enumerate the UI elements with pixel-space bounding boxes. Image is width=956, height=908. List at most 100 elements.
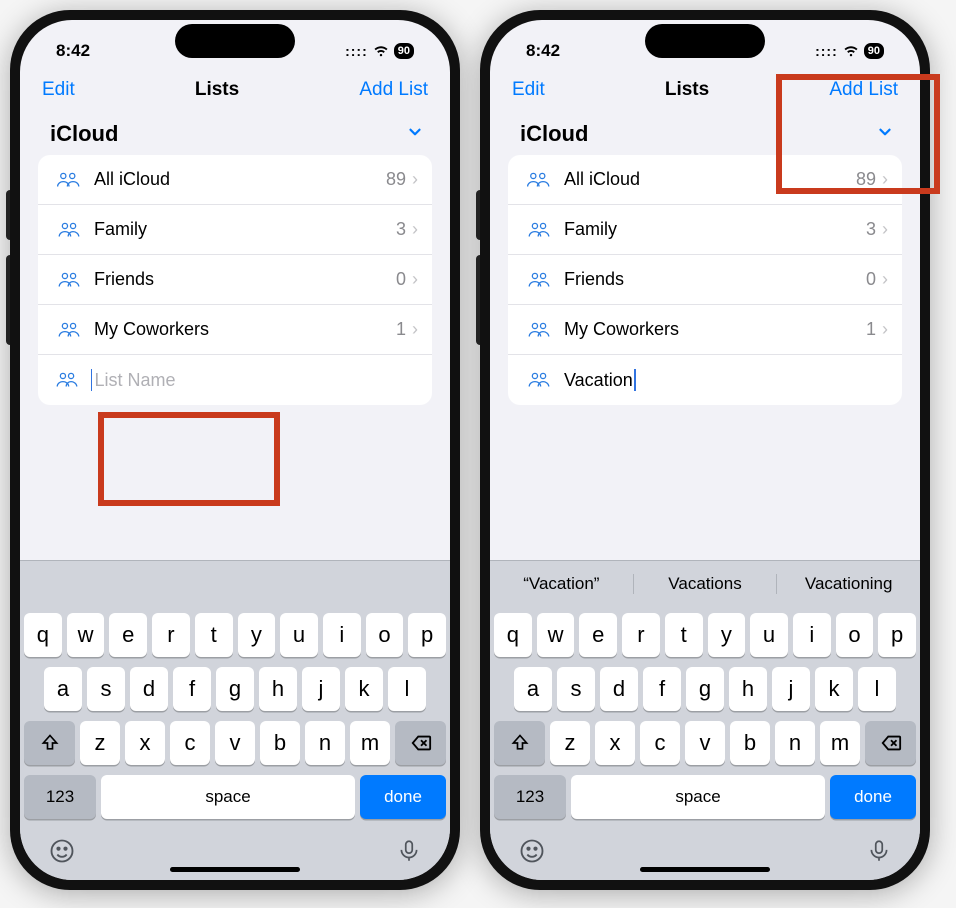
- key-s[interactable]: s: [87, 667, 125, 711]
- list-row-new[interactable]: Vacation: [508, 355, 902, 405]
- phone-right: 8:42 :::: 90 Edit Lists Add List iCloud: [480, 10, 930, 890]
- page-title: Lists: [195, 79, 239, 101]
- key-u[interactable]: u: [750, 613, 788, 657]
- section-header-icloud[interactable]: iCloud: [20, 111, 450, 155]
- key-c[interactable]: c: [640, 721, 680, 765]
- section-header-icloud[interactable]: iCloud: [490, 111, 920, 155]
- key-g[interactable]: g: [216, 667, 254, 711]
- key-f[interactable]: f: [643, 667, 681, 711]
- list-row-family[interactable]: Family 3 ›: [508, 205, 902, 255]
- key-g[interactable]: g: [686, 667, 724, 711]
- new-list-input[interactable]: [94, 370, 418, 391]
- key-t[interactable]: t: [195, 613, 233, 657]
- edit-button[interactable]: Edit: [512, 79, 545, 101]
- key-q[interactable]: q: [24, 613, 62, 657]
- key-v[interactable]: v: [685, 721, 725, 765]
- key-p[interactable]: p: [408, 613, 446, 657]
- key-q[interactable]: q: [494, 613, 532, 657]
- key-u[interactable]: u: [280, 613, 318, 657]
- home-indicator[interactable]: [640, 867, 770, 872]
- list-row-family[interactable]: Family 3 ›: [38, 205, 432, 255]
- key-i[interactable]: i: [793, 613, 831, 657]
- add-list-button[interactable]: Add List: [359, 79, 428, 101]
- key-o[interactable]: o: [836, 613, 874, 657]
- key-d[interactable]: d: [600, 667, 638, 711]
- key-h[interactable]: h: [729, 667, 767, 711]
- home-indicator[interactable]: [170, 867, 300, 872]
- list-row-new[interactable]: [38, 355, 432, 405]
- mic-icon[interactable]: [866, 838, 892, 871]
- key-n[interactable]: n: [305, 721, 345, 765]
- key-j[interactable]: j: [772, 667, 810, 711]
- key-y[interactable]: y: [238, 613, 276, 657]
- key-f[interactable]: f: [173, 667, 211, 711]
- key-h[interactable]: h: [259, 667, 297, 711]
- list-row-all-icloud[interactable]: All iCloud 89 ›: [38, 155, 432, 205]
- suggestion[interactable]: Vacationing: [777, 574, 920, 594]
- key-a[interactable]: a: [44, 667, 82, 711]
- space-key[interactable]: space: [571, 775, 825, 819]
- key-c[interactable]: c: [170, 721, 210, 765]
- key-p[interactable]: p: [878, 613, 916, 657]
- key-k[interactable]: k: [345, 667, 383, 711]
- key-s[interactable]: s: [557, 667, 595, 711]
- list-row-coworkers[interactable]: My Coworkers 1 ›: [38, 305, 432, 355]
- new-list-typed-value[interactable]: Vacation: [564, 370, 633, 391]
- numbers-key[interactable]: 123: [24, 775, 96, 819]
- edit-button[interactable]: Edit: [42, 79, 75, 101]
- list-row-all-icloud[interactable]: All iCloud 89 ›: [508, 155, 902, 205]
- key-v[interactable]: v: [215, 721, 255, 765]
- list-count: 89: [856, 169, 876, 190]
- chevron-right-icon: ›: [412, 169, 418, 190]
- key-y[interactable]: y: [708, 613, 746, 657]
- mic-icon[interactable]: [396, 838, 422, 871]
- list-row-friends[interactable]: Friends 0 ›: [38, 255, 432, 305]
- emoji-icon[interactable]: [518, 837, 546, 872]
- key-r[interactable]: r: [152, 613, 190, 657]
- list-row-coworkers[interactable]: My Coworkers 1 ›: [508, 305, 902, 355]
- shift-key[interactable]: [24, 721, 75, 765]
- space-key[interactable]: space: [101, 775, 355, 819]
- key-l[interactable]: l: [388, 667, 426, 711]
- suggestion[interactable]: Vacations: [634, 574, 778, 594]
- key-e[interactable]: e: [579, 613, 617, 657]
- key-b[interactable]: b: [260, 721, 300, 765]
- numbers-key[interactable]: 123: [494, 775, 566, 819]
- lists-card: All iCloud 89 › Family 3 › Friends 0 ›: [38, 155, 432, 405]
- key-b[interactable]: b: [730, 721, 770, 765]
- add-list-button[interactable]: Add List: [829, 79, 898, 101]
- done-key[interactable]: done: [360, 775, 446, 819]
- people-icon: [54, 370, 81, 390]
- key-t[interactable]: t: [665, 613, 703, 657]
- key-o[interactable]: o: [366, 613, 404, 657]
- key-w[interactable]: w: [537, 613, 575, 657]
- key-e[interactable]: e: [109, 613, 147, 657]
- key-w[interactable]: w: [67, 613, 105, 657]
- key-d[interactable]: d: [130, 667, 168, 711]
- list-row-friends[interactable]: Friends 0 ›: [508, 255, 902, 305]
- chevron-right-icon: ›: [412, 269, 418, 290]
- text-cursor: [91, 369, 93, 391]
- key-m[interactable]: m: [820, 721, 860, 765]
- key-z[interactable]: z: [550, 721, 590, 765]
- suggestion[interactable]: “Vacation”: [490, 574, 634, 594]
- key-m[interactable]: m: [350, 721, 390, 765]
- key-r[interactable]: r: [622, 613, 660, 657]
- key-k[interactable]: k: [815, 667, 853, 711]
- text-cursor: [634, 369, 636, 391]
- list-label: Friends: [94, 269, 396, 290]
- key-i[interactable]: i: [323, 613, 361, 657]
- key-x[interactable]: x: [125, 721, 165, 765]
- chevron-right-icon: ›: [882, 219, 888, 240]
- key-z[interactable]: z: [80, 721, 120, 765]
- delete-key[interactable]: [865, 721, 916, 765]
- key-j[interactable]: j: [302, 667, 340, 711]
- key-a[interactable]: a: [514, 667, 552, 711]
- delete-key[interactable]: [395, 721, 446, 765]
- done-key[interactable]: done: [830, 775, 916, 819]
- key-n[interactable]: n: [775, 721, 815, 765]
- emoji-icon[interactable]: [48, 837, 76, 872]
- shift-key[interactable]: [494, 721, 545, 765]
- key-l[interactable]: l: [858, 667, 896, 711]
- key-x[interactable]: x: [595, 721, 635, 765]
